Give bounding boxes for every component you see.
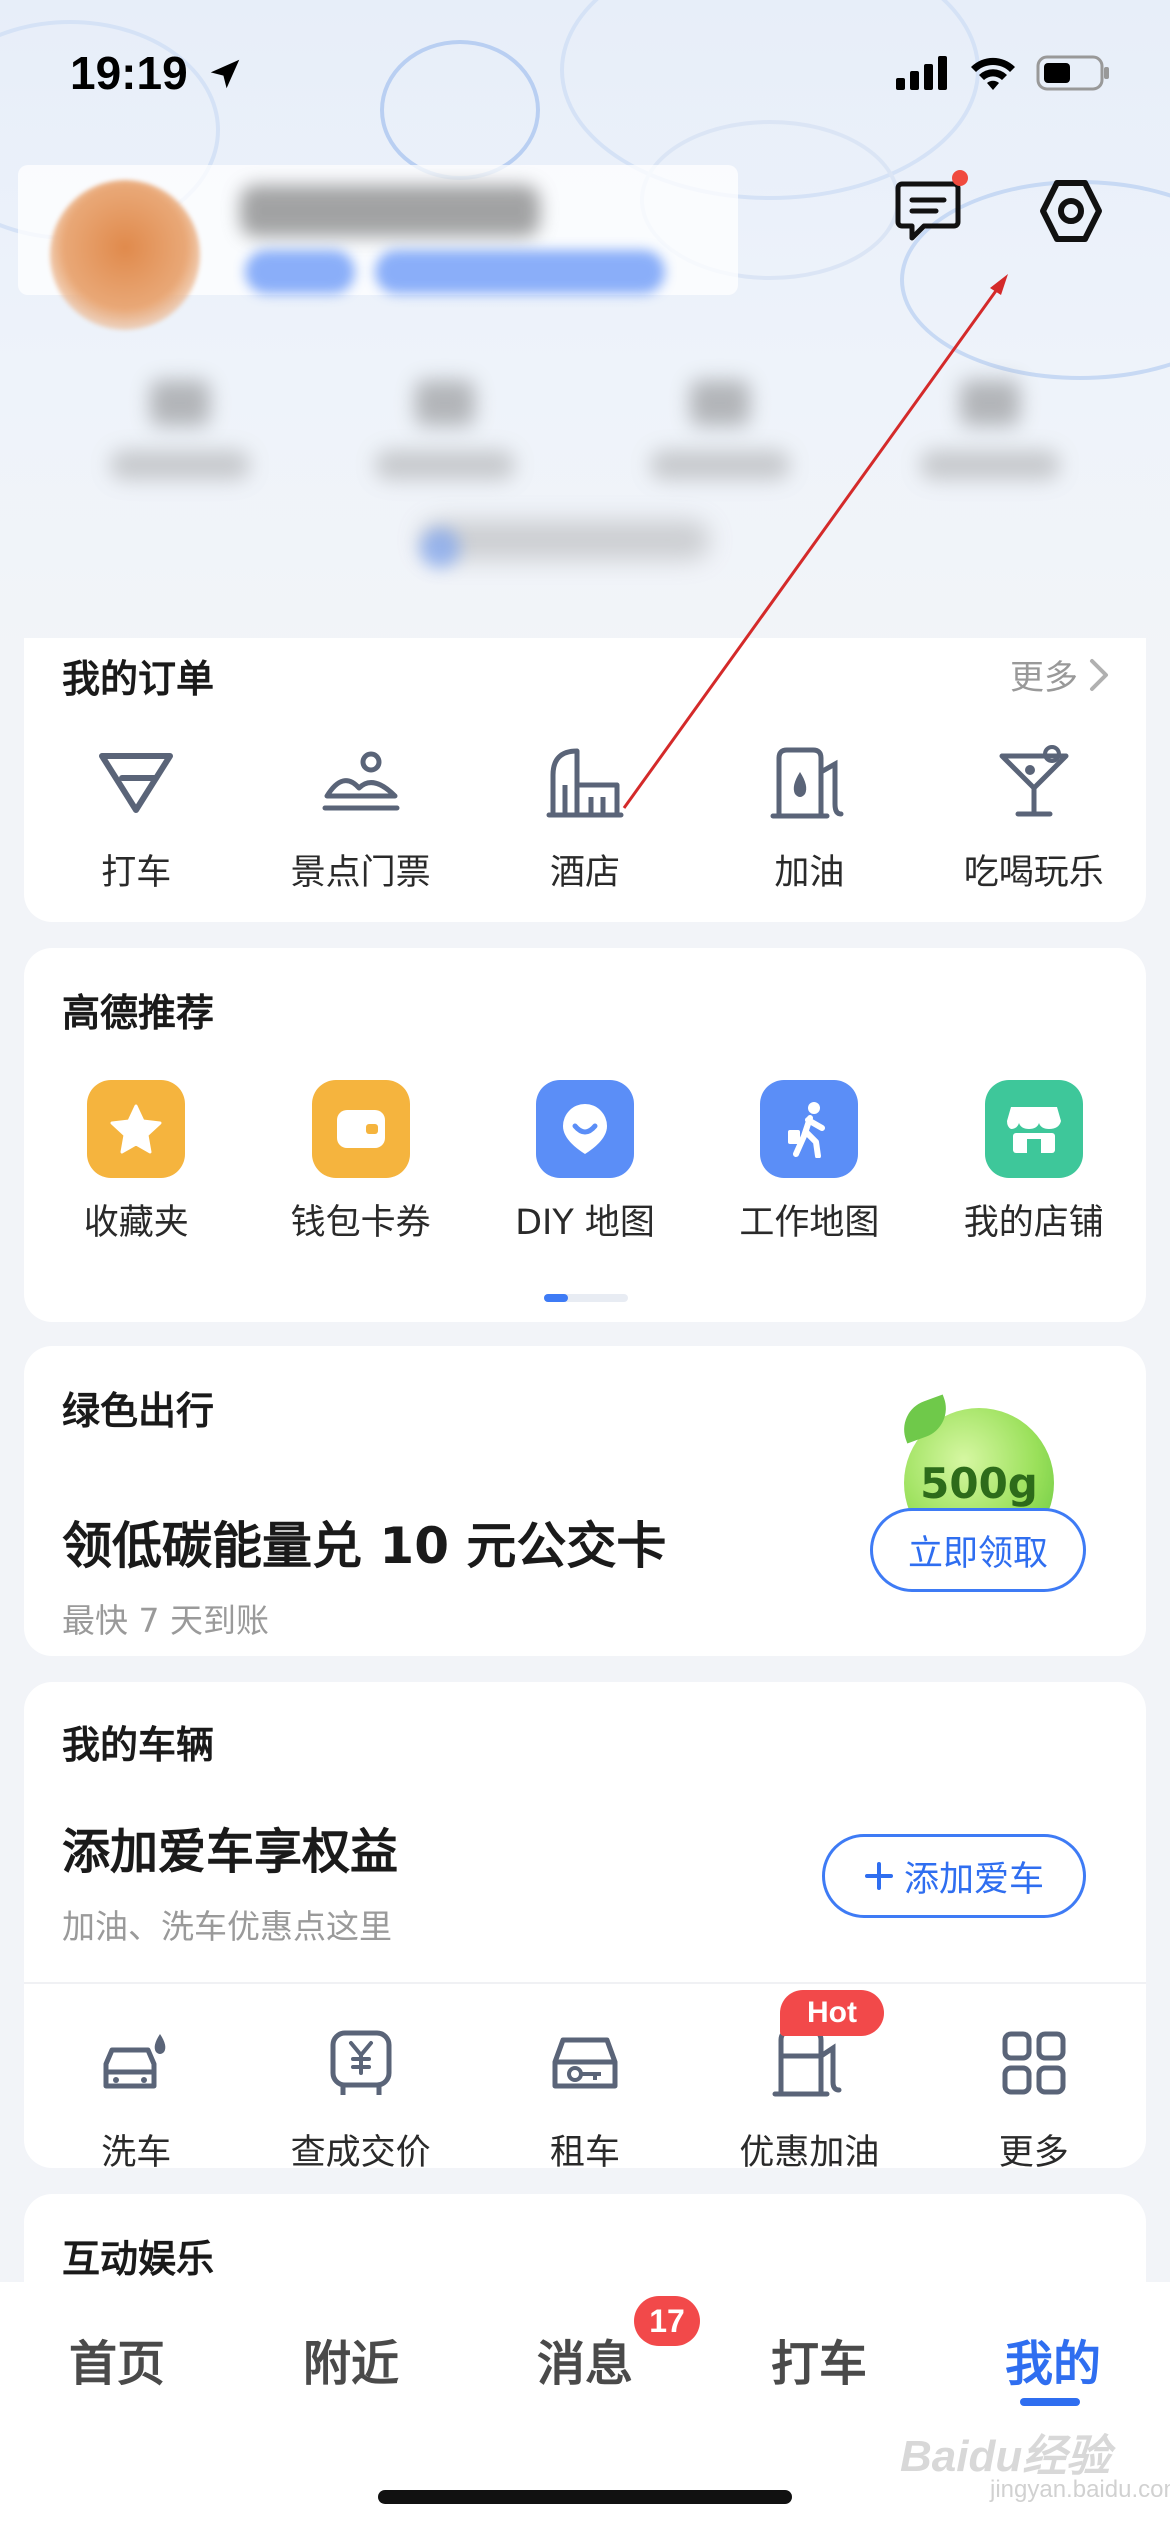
annotation-arrow <box>622 274 1008 809</box>
baidu-watermark-url: jingyan.baidu.com <box>990 2476 1170 2503</box>
baidu-watermark: Baidu经验 <box>900 2432 1111 2481</box>
home-indicator[interactable] <box>378 2490 792 2504</box>
tab-taxi[interactable]: 打车 <box>702 2324 936 2394</box>
tab-nearby[interactable]: 附近 <box>234 2324 468 2394</box>
message-count-badge: 17 <box>634 2296 700 2346</box>
tab-mine[interactable]: 我的 <box>936 2324 1170 2394</box>
active-tab-indicator <box>1020 2398 1080 2406</box>
tab-home[interactable]: 首页 <box>0 2324 234 2394</box>
